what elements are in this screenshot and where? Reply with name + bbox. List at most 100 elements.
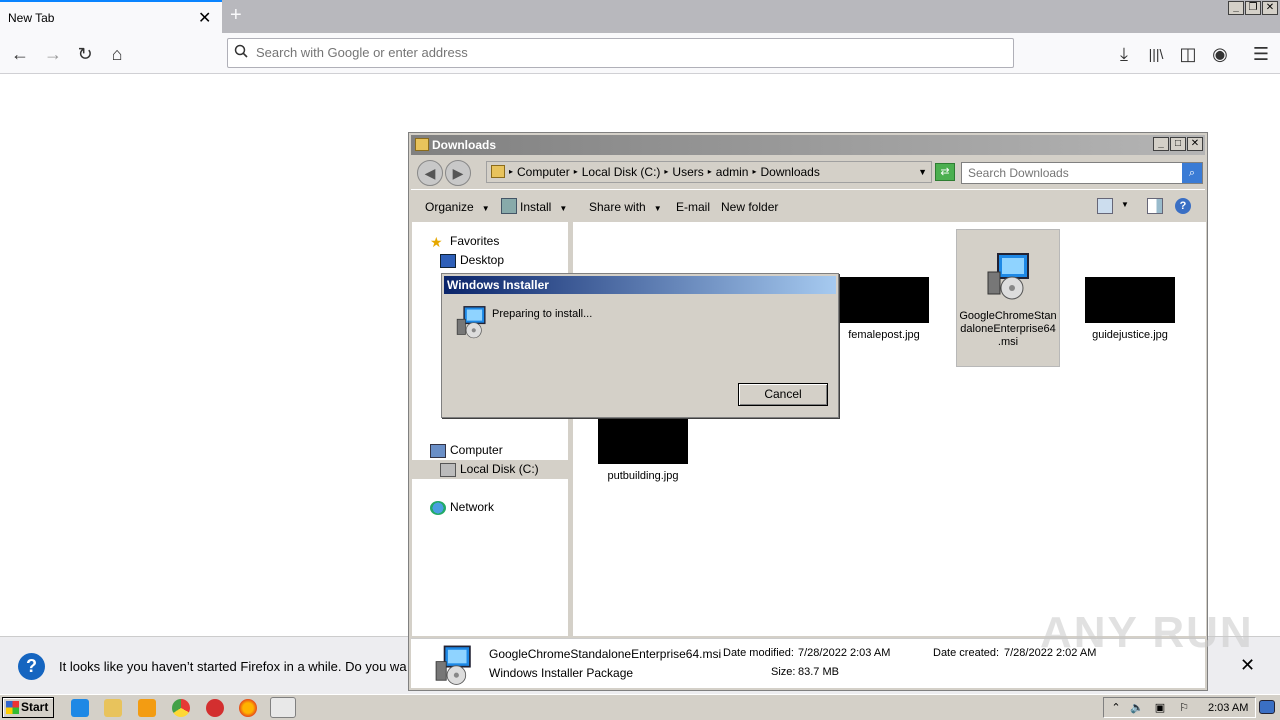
tab-title: New Tab bbox=[8, 11, 55, 25]
library-icon[interactable]: |||\ bbox=[1142, 40, 1170, 68]
detail-size: 83.7 MB bbox=[798, 666, 839, 678]
chevron-down-icon[interactable]: ▼ bbox=[1121, 200, 1129, 209]
nav-item-local-disk[interactable]: Local Disk (C:) bbox=[412, 460, 568, 479]
maximize-icon[interactable]: □ bbox=[1170, 137, 1186, 151]
installer-title-bar[interactable]: Windows Installer bbox=[444, 276, 836, 294]
explorer-title-bar[interactable]: Downloads _ □ ✕ bbox=[411, 135, 1205, 155]
explorer-window-controls: _ □ ✕ bbox=[1153, 137, 1203, 151]
image-thumbnail bbox=[839, 277, 929, 323]
help-icon[interactable]: ? bbox=[1175, 198, 1191, 214]
new-folder-button[interactable]: New folder bbox=[721, 200, 778, 214]
opera-icon[interactable] bbox=[206, 699, 224, 717]
folder-icon bbox=[491, 165, 505, 178]
installer-task-icon[interactable] bbox=[270, 697, 296, 718]
file-item[interactable]: femalepost.jpg bbox=[832, 277, 936, 342]
search-input[interactable] bbox=[968, 166, 1173, 180]
nav-item-favorites[interactable]: ★ Favorites bbox=[430, 234, 499, 249]
install-button[interactable]: Install ▼ bbox=[520, 200, 567, 214]
file-item[interactable]: putbuilding.jpg bbox=[591, 418, 695, 483]
network-icon bbox=[430, 500, 446, 515]
nav-item-desktop[interactable]: Desktop bbox=[440, 253, 504, 268]
computer-icon bbox=[430, 443, 446, 458]
folder-icon bbox=[415, 138, 429, 151]
reload-icon[interactable]: ↻ bbox=[71, 40, 99, 68]
installer-icon bbox=[501, 198, 517, 214]
forward-icon[interactable]: → bbox=[39, 40, 67, 68]
url-input[interactable] bbox=[256, 45, 996, 60]
installer-message: Preparing to install... bbox=[492, 308, 593, 320]
detail-filename: GoogleChromeStandaloneEnterprise64.msi bbox=[489, 647, 722, 661]
image-thumbnail bbox=[1085, 277, 1175, 323]
volume-icon[interactable]: 🔈 bbox=[1130, 702, 1144, 714]
network-tray-icon[interactable]: ▣ bbox=[1154, 702, 1166, 714]
downloads-icon[interactable]: ⤓ bbox=[1110, 40, 1138, 68]
nav-item-network[interactable]: Network bbox=[430, 500, 494, 515]
account-icon[interactable]: ◉ bbox=[1206, 40, 1234, 68]
windows-logo-icon bbox=[6, 701, 19, 714]
clock: 2:03 AM bbox=[1208, 702, 1249, 714]
watermark: ANY RUN bbox=[1040, 608, 1254, 657]
tab-new-tab[interactable]: New Tab ✕ bbox=[0, 0, 222, 33]
show-desktop-icon[interactable] bbox=[1259, 700, 1275, 714]
ie-icon[interactable] bbox=[71, 699, 89, 717]
new-tab-icon[interactable]: + bbox=[230, 4, 242, 27]
file-name: femalepost.jpg bbox=[848, 329, 920, 341]
msi-installer-icon bbox=[987, 253, 1029, 300]
menu-icon[interactable]: ☰ bbox=[1247, 40, 1275, 68]
star-icon: ★ bbox=[430, 233, 443, 250]
sidebar-icon[interactable]: ◫ bbox=[1174, 40, 1202, 68]
chevron-up-icon[interactable]: ⌃ bbox=[1110, 702, 1122, 714]
organize-button[interactable]: Organize ▼ bbox=[425, 200, 490, 214]
forward-button[interactable]: ▶ bbox=[445, 160, 471, 186]
file-name: putbuilding.jpg bbox=[607, 470, 679, 482]
notification-close-icon[interactable]: ✕ bbox=[1240, 655, 1255, 676]
share-with-button[interactable]: Share with ▼ bbox=[589, 200, 662, 214]
explorer-title: Downloads bbox=[432, 138, 497, 152]
search-icon[interactable]: ⌕ bbox=[1182, 163, 1202, 183]
media-player-icon[interactable] bbox=[138, 699, 156, 717]
url-bar[interactable] bbox=[227, 38, 1014, 68]
cancel-button[interactable]: Cancel bbox=[738, 383, 828, 406]
breadcrumb-item[interactable]: Local Disk (C:) bbox=[582, 162, 661, 182]
browser-window-controls: _ ❐ ✕ bbox=[1228, 1, 1278, 15]
close-icon[interactable]: ✕ bbox=[1187, 137, 1203, 151]
views-icon[interactable] bbox=[1097, 198, 1113, 214]
start-button[interactable]: Start bbox=[2, 697, 54, 718]
close-icon[interactable]: ✕ bbox=[1262, 1, 1278, 15]
restore-icon[interactable]: ❐ bbox=[1245, 1, 1261, 15]
file-item[interactable]: guidejustice.jpg bbox=[1078, 277, 1182, 342]
email-button[interactable]: E-mail bbox=[676, 200, 710, 214]
search-icon bbox=[234, 44, 248, 58]
minimize-icon[interactable]: _ bbox=[1228, 1, 1244, 15]
preview-pane-icon[interactable] bbox=[1147, 198, 1163, 214]
flag-icon[interactable]: ⚐ bbox=[1178, 702, 1190, 714]
search-box[interactable]: ⌕ bbox=[961, 162, 1203, 184]
refresh-icon[interactable]: ⇄ bbox=[935, 163, 955, 181]
detail-type: Windows Installer Package bbox=[489, 666, 634, 680]
chevron-down-icon[interactable]: ▼ bbox=[918, 162, 927, 182]
minimize-icon[interactable]: _ bbox=[1153, 137, 1169, 151]
breadcrumb-item[interactable]: Computer bbox=[517, 162, 570, 182]
browser-tab-bar: New Tab ✕ + _ ❐ ✕ bbox=[0, 0, 1280, 33]
breadcrumb[interactable]: ▸ Computer ▸ Local Disk (C:) ▸ Users ▸ a… bbox=[486, 161, 932, 183]
back-button[interactable]: ◀ bbox=[417, 160, 443, 186]
breadcrumb-item[interactable]: Users bbox=[672, 162, 703, 182]
msi-installer-icon bbox=[435, 645, 471, 685]
nav-item-computer[interactable]: Computer bbox=[430, 443, 503, 458]
detail-modified-label: Date modified: bbox=[723, 647, 794, 659]
home-icon[interactable]: ⌂ bbox=[103, 40, 131, 68]
detail-created-label: Date created: bbox=[933, 647, 1000, 659]
installer-dialog: Windows Installer Preparing to install..… bbox=[441, 273, 839, 418]
desktop-icon bbox=[440, 253, 456, 268]
firefox-icon[interactable] bbox=[239, 699, 257, 717]
file-item[interactable]: GoogleChromeStan daloneEnterprise64 .msi bbox=[956, 229, 1060, 367]
notification-message: It looks like you haven’t started Firefo… bbox=[59, 659, 407, 674]
explorer-icon[interactable] bbox=[104, 699, 122, 717]
chrome-icon[interactable] bbox=[172, 699, 190, 717]
back-icon[interactable]: ← bbox=[6, 40, 34, 68]
breadcrumb-item[interactable]: admin bbox=[716, 162, 749, 182]
breadcrumb-item[interactable]: Downloads bbox=[760, 162, 819, 182]
tab-close-icon[interactable]: ✕ bbox=[198, 8, 211, 28]
taskbar: Start ⌃ 🔈 ▣ ⚐ 2:03 AM bbox=[0, 694, 1280, 720]
image-thumbnail bbox=[598, 418, 688, 464]
